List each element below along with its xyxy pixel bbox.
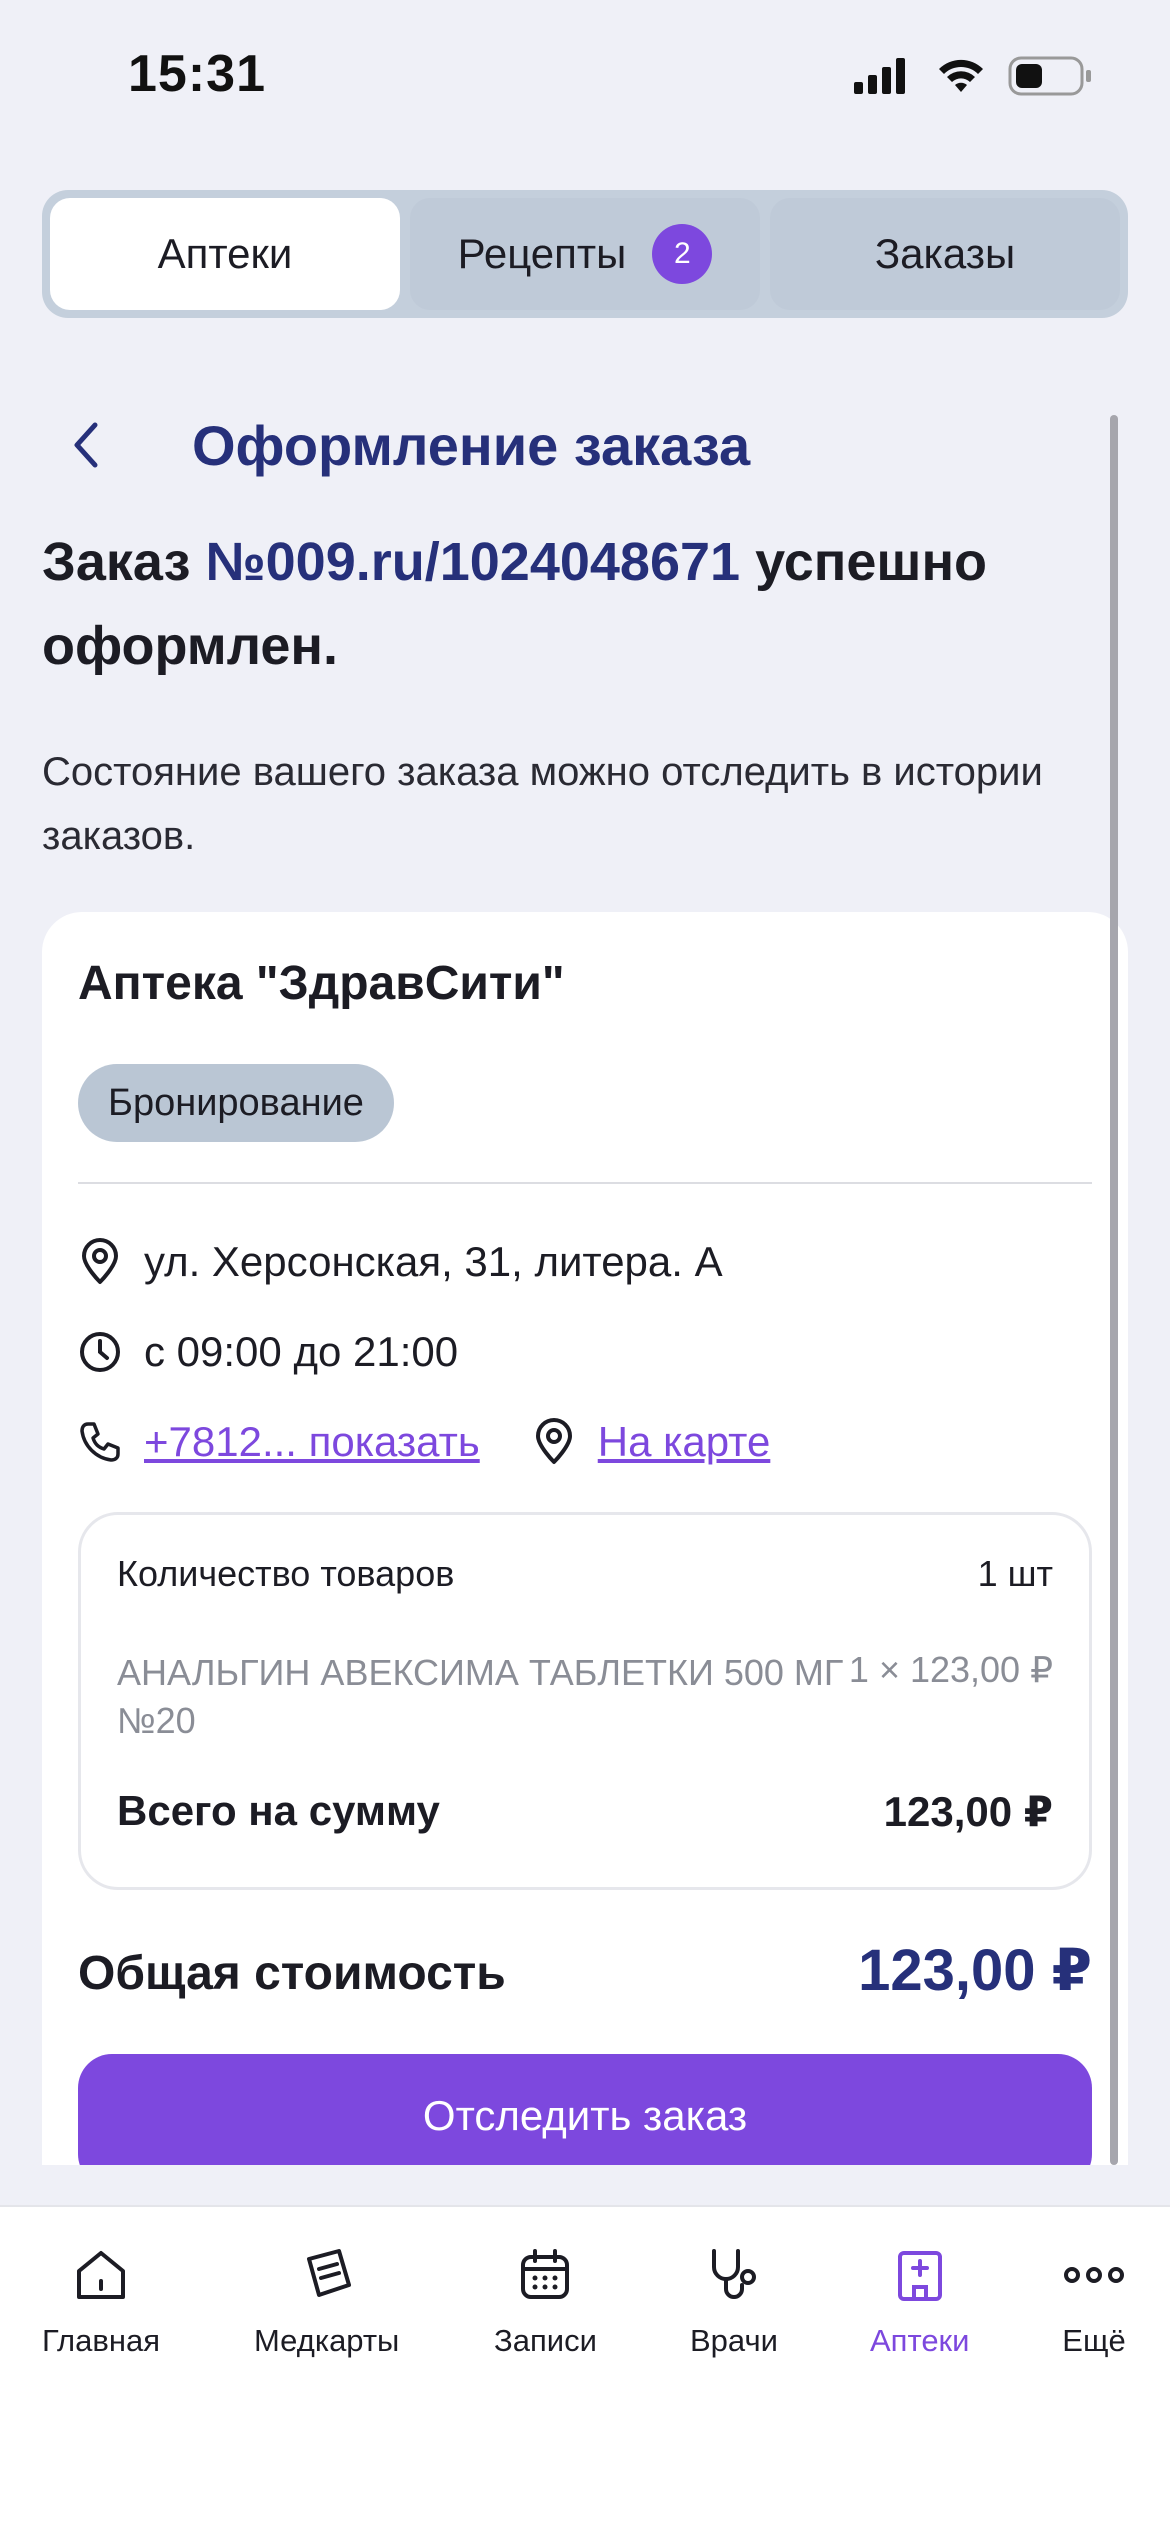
divider — [78, 1182, 1092, 1184]
subtotal-label: Всего на сумму — [117, 1787, 440, 1834]
phone-icon — [80, 1422, 120, 1462]
nav-doctors[interactable]: Врачи — [690, 2245, 778, 2359]
nav-pharmacies[interactable]: Аптеки — [870, 2245, 969, 2359]
order-items-box: Количество товаров 1 шт АНАЛЬГИН АВЕКСИМ… — [78, 1512, 1092, 1890]
nav-more[interactable]: Ещё — [1062, 2245, 1126, 2359]
main-content[interactable]: Оформление заказа Заказ №009.ru/10240486… — [0, 330, 1170, 2165]
battery-icon — [1008, 56, 1091, 96]
page-header: Оформление заказа — [42, 390, 1102, 500]
contacts-row: +7812... показать На карте — [78, 1418, 770, 1466]
phone-link[interactable]: +7812... показать — [144, 1418, 480, 1466]
segment-tabs: Аптеки Рецепты 2 Заказы — [42, 190, 1128, 318]
tab-label: Аптеки — [157, 230, 293, 277]
more-icon — [1064, 2267, 1124, 2283]
track-order-button[interactable]: Отследить заказ — [78, 2054, 1092, 2165]
tab-label: Рецепты — [457, 230, 627, 277]
pharmacy-name: Аптека "ЗдравСити" — [78, 957, 565, 1010]
nav-label: Главная — [42, 2323, 160, 2358]
items-count-value: 1 шт — [977, 1553, 1053, 1594]
pharmacy-hours: с 09:00 до 21:00 — [144, 1328, 459, 1375]
order-number: №009.ru/1024048671 — [205, 532, 741, 592]
signal-icon — [854, 58, 905, 94]
page-title: Оформление заказа — [192, 413, 751, 477]
home-icon — [77, 2251, 125, 2299]
location-pin-icon — [82, 1238, 118, 1284]
scrollbar[interactable] — [1110, 415, 1118, 2165]
medcard-icon — [306, 2249, 351, 2297]
status-icons — [854, 56, 1092, 96]
items-count-label: Количество товаров — [117, 1553, 455, 1594]
calendar-icon — [521, 2249, 570, 2299]
map-pin-icon — [535, 1418, 572, 1464]
tab-label: Заказы — [874, 230, 1016, 277]
bottom-nav: Главная Медкарты Записи Врачи Аптеки Ещё — [0, 2205, 1170, 2532]
total-value: 123,00 ₽ — [858, 1938, 1092, 2003]
address-row: ул. Херсонская, 31, литера. А — [78, 1238, 723, 1286]
item-price: 1 × 123,00 ₽ — [848, 1649, 1053, 1690]
item-name: АНАЛЬГИН АВЕКСИМА ТАБЛЕТКИ 500 МГ №20 — [117, 1652, 844, 1741]
order-tracking-hint: Состояние вашего заказа можно отследить … — [42, 750, 1043, 858]
nav-label: Ещё — [1062, 2323, 1126, 2358]
back-button[interactable] — [42, 400, 132, 490]
stethoscope-icon — [711, 2249, 756, 2299]
success-prefix: Заказ — [42, 532, 206, 592]
prescriptions-count-badge: 2 — [652, 224, 713, 284]
map-link[interactable]: На карте — [598, 1418, 771, 1466]
order-success-message: Заказ №009.ru/1024048671 успешно оформле… — [42, 520, 1082, 688]
nav-medcards[interactable]: Медкарты — [254, 2245, 399, 2359]
nav-label: Записи — [494, 2323, 597, 2358]
nav-label: Медкарты — [254, 2323, 400, 2358]
pharmacy-order-card: Аптека "ЗдравСити" Бронирование ул. Херс… — [42, 912, 1128, 2165]
status-bar: 15:31 — [0, 0, 1170, 150]
pharmacy-icon — [897, 2251, 942, 2301]
chevron-left-icon — [74, 422, 98, 468]
status-time: 15:31 — [128, 45, 266, 103]
nav-home[interactable]: Главная — [42, 2245, 160, 2359]
hours-row: с 09:00 до 21:00 — [78, 1328, 458, 1376]
subtotal-value: 123,00 ₽ — [883, 1788, 1053, 1835]
pharmacy-address: ул. Херсонская, 31, литера. А — [144, 1238, 723, 1285]
wifi-icon — [939, 59, 983, 92]
nav-label: Врачи — [690, 2323, 778, 2358]
tab-pharmacies[interactable]: Аптеки — [50, 198, 400, 310]
clock-icon — [80, 1332, 120, 1372]
tab-prescriptions[interactable]: Рецепты 2 — [410, 198, 760, 310]
nav-appointments[interactable]: Записи — [494, 2245, 597, 2359]
nav-label: Аптеки — [870, 2323, 970, 2358]
tab-orders[interactable]: Заказы — [770, 198, 1120, 310]
total-label: Общая стоимость — [78, 1947, 506, 2000]
order-type-chip: Бронирование — [78, 1064, 394, 1142]
